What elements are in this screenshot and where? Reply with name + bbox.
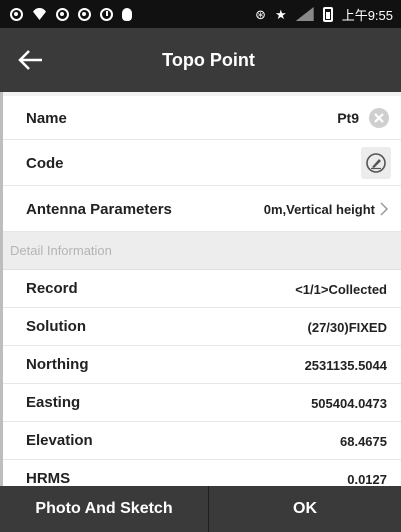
code-picker-button[interactable] [361,147,391,179]
solution-row: Solution (27/30)FIXED [0,308,401,346]
detail-section-header: Detail Information [0,232,401,270]
northing-label: Northing [26,356,89,373]
bluetooth-icon: ⊛ [255,6,267,22]
solution-value: (27/30)FIXED [307,320,387,335]
hrms-value: 0.0127 [347,472,387,486]
northing-row: Northing 2531135.5044 [0,346,401,384]
title-bar: Topo Point [0,28,401,92]
edit-pen-icon [366,153,386,173]
bottom-action-bar: Photo And Sketch OK [0,486,401,532]
code-row[interactable]: Code [0,140,401,186]
solution-label: Solution [26,318,86,335]
point-form: Name Pt9 Code Antenna Parameters 0m,Vert… [0,92,401,486]
photo-and-sketch-button[interactable]: Photo And Sketch [0,486,208,532]
antenna-label: Antenna Parameters [26,201,172,218]
topo-point-screen: ⊛ ★ 上午9:55 Topo Point Name Pt9 Code Ante… [0,0,401,532]
notification-icon [78,7,91,21]
notification-icon [56,7,69,21]
elevation-value: 68.4675 [340,434,387,449]
notification-icon [10,7,23,21]
code-label: Code [26,155,64,172]
battery-icon [322,6,333,22]
section-title: Detail Information [10,243,112,258]
hrms-row: HRMS 0.0127 [0,460,401,486]
star-icon: ★ [275,6,287,22]
antenna-value: 0m,Vertical height [263,202,375,217]
ok-button[interactable]: OK [209,486,401,532]
elevation-row: Elevation 68.4675 [0,422,401,460]
status-time: 上午9:55 [341,7,393,23]
clear-icon[interactable] [369,108,389,128]
left-edge-divider [0,92,3,486]
easting-label: Easting [26,394,81,411]
status-bar: ⊛ ★ 上午9:55 [0,0,401,28]
hrms-label: HRMS [26,470,71,486]
clock-icon [100,7,113,21]
easting-row: Easting 505404.0473 [0,384,401,422]
signal-icon [295,7,314,21]
name-value[interactable]: Pt9 [337,110,359,126]
record-value: <1/1>Collected [295,282,387,297]
chevron-right-icon [380,202,389,216]
page-title: Topo Point [162,50,255,70]
record-row: Record <1/1>Collected [0,270,401,308]
elevation-label: Elevation [26,432,93,449]
easting-value: 505404.0473 [311,396,387,411]
name-label: Name [26,110,67,127]
wifi-question-icon [32,8,47,20]
x-icon [374,113,384,123]
status-left-icons [10,0,132,28]
bug-icon [122,7,132,21]
antenna-row[interactable]: Antenna Parameters 0m,Vertical height [0,186,401,232]
northing-value: 2531135.5044 [304,358,387,373]
record-label: Record [26,280,78,297]
name-row[interactable]: Name Pt9 [0,96,401,140]
status-right-icons: ⊛ ★ 上午9:55 [255,0,393,28]
